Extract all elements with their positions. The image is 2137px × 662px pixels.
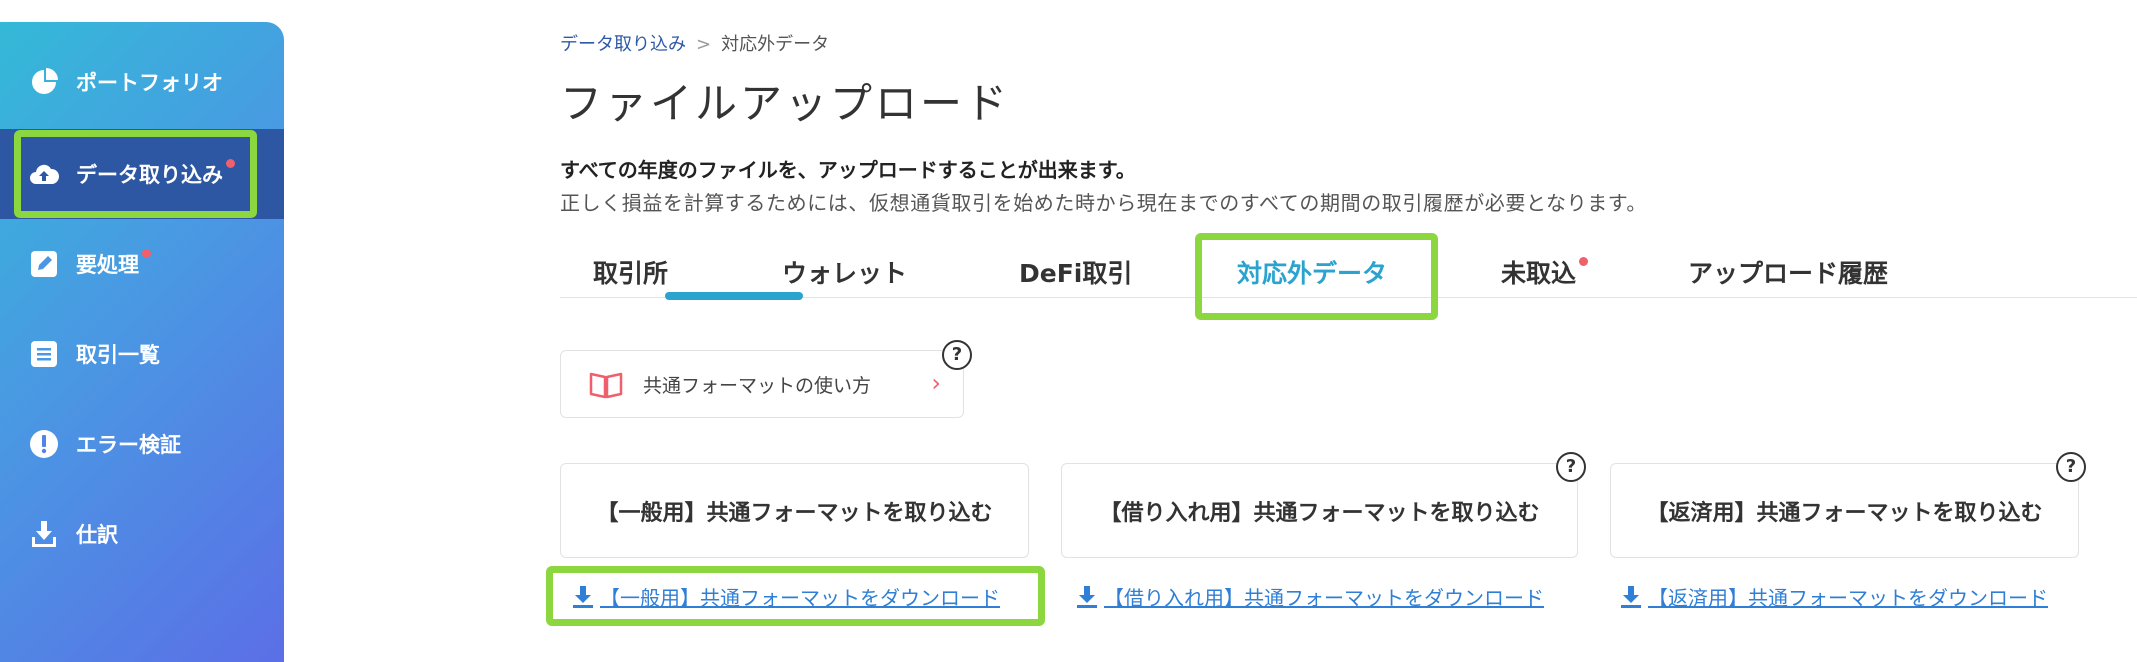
breadcrumb-current: 対応外データ bbox=[721, 34, 830, 55]
tab-wallet[interactable]: ウォレット bbox=[782, 254, 907, 290]
sidebar: ポートフォリオ データ取り込み 要処理 取引一覧 エラー検証 仕訳 bbox=[0, 22, 284, 662]
download-link-label: 【借り入れ用】共通フォーマットをダウンロード bbox=[1104, 586, 1544, 610]
download-icon bbox=[1077, 585, 1097, 608]
help-icon[interactable]: ? bbox=[942, 340, 972, 370]
tab-exchange[interactable]: 取引所 bbox=[593, 254, 668, 290]
alert-icon bbox=[28, 428, 60, 460]
sidebar-item-label: データ取り込み bbox=[76, 163, 223, 187]
chevron-right-icon: › bbox=[931, 369, 941, 397]
breadcrumb-link[interactable]: データ取り込み bbox=[560, 34, 686, 55]
download-general-link[interactable]: 【一般用】共通フォーマットをダウンロード bbox=[572, 582, 1000, 611]
sidebar-item-label: ポートフォリオ bbox=[76, 71, 223, 95]
help-icon[interactable]: ? bbox=[1556, 452, 1586, 482]
format-guide-label: 共通フォーマットの使い方 bbox=[643, 375, 872, 397]
sidebar-item-label: 取引一覧 bbox=[76, 343, 160, 367]
download-icon bbox=[573, 585, 593, 608]
book-icon bbox=[589, 371, 623, 403]
tab-label: 未取込 bbox=[1501, 259, 1577, 288]
sidebar-item-pending[interactable]: 要処理 bbox=[0, 219, 284, 309]
sidebar-item-label: エラー検証 bbox=[76, 433, 181, 457]
notification-dot bbox=[226, 159, 235, 168]
help-icon[interactable]: ? bbox=[2056, 452, 2086, 482]
cloud-upload-icon bbox=[28, 158, 60, 190]
download-link-label: 【返済用】共通フォーマットをダウンロード bbox=[1648, 586, 2048, 610]
sidebar-item-transactions[interactable]: 取引一覧 bbox=[0, 309, 284, 399]
download-link-label: 【一般用】共通フォーマットをダウンロード bbox=[600, 586, 1000, 610]
sidebar-item-label: 要処理 bbox=[76, 253, 139, 277]
download-repayment-link[interactable]: 【返済用】共通フォーマットをダウンロード bbox=[1620, 582, 2048, 611]
breadcrumb: データ取り込み > 対応外データ bbox=[560, 30, 829, 56]
sidebar-item-data-import[interactable]: データ取り込み bbox=[0, 129, 284, 219]
tab-upload-history[interactable]: アップロード履歴 bbox=[1688, 254, 1888, 290]
download-icon bbox=[28, 518, 60, 550]
download-icon bbox=[1621, 585, 1641, 608]
tab-not-imported[interactable]: 未取込 bbox=[1501, 254, 1589, 290]
sidebar-item-portfolio[interactable]: ポートフォリオ bbox=[0, 37, 284, 127]
import-borrowing-button[interactable]: 【借り入れ用】共通フォーマットを取り込む bbox=[1061, 463, 1578, 558]
sidebar-item-journal[interactable]: 仕訳 bbox=[0, 489, 284, 579]
import-general-button[interactable]: 【一般用】共通フォーマットを取り込む bbox=[560, 463, 1029, 558]
page-title: ファイルアップロード bbox=[560, 79, 1011, 128]
download-borrowing-link[interactable]: 【借り入れ用】共通フォーマットをダウンロード bbox=[1076, 582, 1544, 611]
import-repayment-button[interactable]: 【返済用】共通フォーマットを取り込む bbox=[1610, 463, 2079, 558]
sidebar-item-label: 仕訳 bbox=[76, 523, 118, 547]
sidebar-item-error-check[interactable]: エラー検証 bbox=[0, 399, 284, 489]
format-guide-button[interactable]: 共通フォーマットの使い方 › bbox=[560, 350, 964, 418]
notification-dot bbox=[142, 249, 151, 258]
breadcrumb-separator: > bbox=[696, 34, 712, 55]
edit-icon bbox=[28, 248, 60, 280]
tab-defi[interactable]: DeFi取引 bbox=[1019, 254, 1132, 290]
active-tab-indicator bbox=[665, 292, 803, 300]
notification-dot bbox=[1579, 257, 1589, 266]
description-primary: すべての年度のファイルを、アップロードすることが出来ます。 bbox=[560, 158, 1136, 182]
description-secondary: 正しく損益を計算するためには、仮想通貨取引を始めた時から現在までのすべての期間の… bbox=[560, 191, 1647, 215]
tab-unsupported-data[interactable]: 対応外データ bbox=[1237, 254, 1387, 290]
list-icon bbox=[28, 338, 60, 370]
pie-chart-icon bbox=[28, 66, 60, 98]
tab-bar: 取引所 ウォレット DeFi取引 対応外データ 未取込 アップロード履歴 bbox=[560, 236, 2137, 298]
